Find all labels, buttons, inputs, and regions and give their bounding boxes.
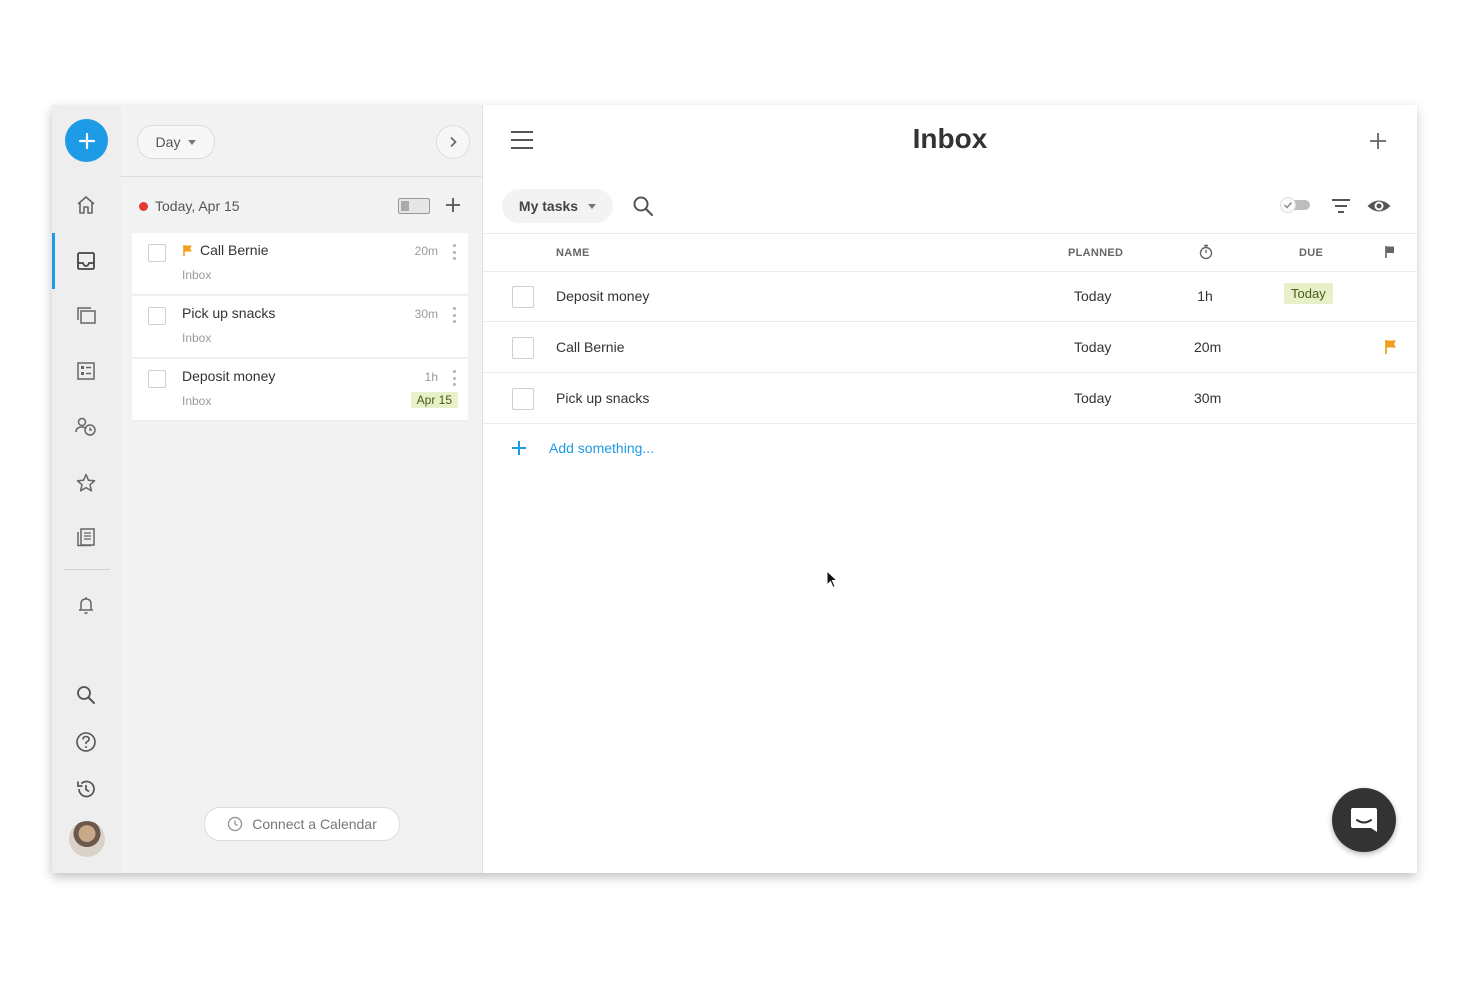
- task-name: Pick up snacks: [556, 390, 650, 406]
- task-title-wrap: Call Bernie: [182, 242, 268, 258]
- task-card[interactable]: Pick up snacks Inbox 30m: [132, 296, 468, 358]
- projects-icon[interactable]: [72, 302, 100, 330]
- task-duration: 20m: [1194, 339, 1222, 355]
- date-header: Today, Apr 15: [139, 195, 240, 217]
- column-duration[interactable]: [1198, 244, 1214, 263]
- inbox-icon[interactable]: [72, 247, 100, 275]
- task-duration: 20m: [414, 244, 438, 258]
- page-title: Inbox: [912, 123, 988, 154]
- table-row[interactable]: Pick up snacks Today 30m: [483, 373, 1417, 424]
- mouse-cursor-icon: [826, 570, 839, 589]
- today-dot-icon: [139, 201, 148, 211]
- quick-add-button[interactable]: [65, 119, 108, 162]
- help-icon[interactable]: [72, 728, 100, 756]
- task-checkbox[interactable]: [148, 307, 166, 325]
- task-list-label: Inbox: [182, 331, 212, 345]
- flag-icon: [1385, 246, 1394, 258]
- app-window: Day Today, Apr 15 Call Bernie Inbox 20m: [52, 105, 1417, 873]
- view-selector-button[interactable]: Day: [137, 125, 215, 159]
- eye-icon[interactable]: [1366, 194, 1392, 218]
- plus-icon: [512, 441, 526, 455]
- plus-icon: [446, 198, 460, 212]
- caret-down-icon: [588, 203, 597, 209]
- connect-calendar-button[interactable]: Connect a Calendar: [204, 807, 400, 841]
- task-filter-dropdown[interactable]: My tasks: [502, 189, 613, 223]
- user-avatar[interactable]: [69, 821, 105, 857]
- task-duration: 1h: [1197, 288, 1213, 304]
- task-checkbox[interactable]: [512, 337, 534, 359]
- date-chip: Apr 15: [410, 392, 458, 408]
- main-panel: Inbox My tasks NAME PLANNED DUE Deposit …: [482, 105, 1417, 873]
- clock-icon: [228, 816, 243, 832]
- stopwatch-icon: [1199, 244, 1213, 260]
- task-title: Call Bernie: [200, 242, 269, 258]
- more-icon[interactable]: [452, 244, 456, 260]
- task-planned: Today: [1074, 390, 1112, 406]
- rail-divider: [64, 569, 110, 570]
- active-indicator: [52, 233, 55, 289]
- view-selector-label: Day: [155, 134, 181, 150]
- notes-icon[interactable]: [72, 523, 100, 551]
- table-header: NAME PLANNED DUE: [483, 233, 1417, 272]
- more-icon[interactable]: [452, 307, 456, 323]
- column-name[interactable]: NAME: [556, 247, 590, 259]
- calendar-toggle[interactable]: [398, 198, 430, 214]
- task-title: Deposit money: [182, 368, 276, 384]
- star-icon[interactable]: [72, 469, 100, 497]
- task-card[interactable]: Call Bernie Inbox 20m: [132, 233, 468, 295]
- flag-icon: [183, 244, 192, 256]
- task-planned: Today: [1074, 339, 1112, 355]
- show-completed-toggle[interactable]: [1279, 197, 1311, 213]
- table-row[interactable]: Call Bernie Today 20m: [483, 322, 1417, 373]
- task-planned: Today: [1074, 288, 1112, 304]
- history-icon[interactable]: [72, 775, 100, 803]
- chevron-right-icon: [450, 136, 457, 148]
- chat-icon: [1351, 808, 1377, 832]
- task-title: Pick up snacks: [182, 305, 276, 321]
- task-duration: 1h: [424, 370, 438, 384]
- checklist-icon[interactable]: [72, 357, 100, 385]
- task-title-wrap: Pick up snacks: [182, 305, 275, 321]
- add-something-label: Add something...: [549, 440, 655, 456]
- task-list-label: Inbox: [182, 268, 212, 282]
- nav-rail: [52, 105, 121, 873]
- task-filter-label: My tasks: [518, 198, 579, 214]
- table-row[interactable]: Deposit money Today 1h Today: [483, 271, 1417, 322]
- task-checkbox[interactable]: [148, 370, 166, 388]
- search-icon[interactable]: [72, 681, 100, 709]
- column-due[interactable]: DUE: [1299, 247, 1323, 259]
- task-checkbox[interactable]: [148, 244, 166, 262]
- bell-icon[interactable]: [72, 591, 100, 619]
- filter-icon[interactable]: [1330, 195, 1352, 217]
- task-list-label: Inbox: [182, 394, 212, 408]
- task-duration: 30m: [414, 307, 438, 321]
- search-icon[interactable]: [631, 194, 655, 218]
- column-flag[interactable]: [1384, 245, 1396, 262]
- add-something-row[interactable]: Add something...: [511, 440, 654, 456]
- task-name: Call Bernie: [556, 339, 625, 355]
- plus-icon: [78, 132, 95, 149]
- chat-support-button[interactable]: [1332, 788, 1396, 852]
- task-checkbox[interactable]: [512, 388, 534, 410]
- plus-icon: [1370, 133, 1386, 149]
- connect-calendar-label: Connect a Calendar: [252, 816, 377, 832]
- day-panel: Day Today, Apr 15 Call Bernie Inbox 20m: [121, 105, 482, 873]
- task-duration: 30m: [1194, 390, 1222, 406]
- column-planned[interactable]: PLANNED: [1068, 247, 1123, 259]
- due-chip: Today: [1284, 283, 1333, 304]
- divider: [121, 176, 482, 177]
- people-icon[interactable]: [72, 413, 100, 441]
- caret-down-icon: [188, 139, 197, 145]
- date-label: Today, Apr 15: [155, 198, 240, 214]
- home-icon[interactable]: [72, 191, 100, 219]
- add-button[interactable]: [1367, 130, 1389, 152]
- flag-icon[interactable]: [1384, 339, 1398, 355]
- task-card[interactable]: Deposit money Inbox 1h Apr 15: [132, 359, 468, 421]
- task-name: Deposit money: [556, 288, 650, 304]
- add-task-button[interactable]: [442, 194, 464, 216]
- more-icon[interactable]: [452, 370, 456, 386]
- task-checkbox[interactable]: [512, 286, 534, 308]
- next-day-button[interactable]: [436, 125, 470, 159]
- task-title-wrap: Deposit money: [182, 368, 275, 384]
